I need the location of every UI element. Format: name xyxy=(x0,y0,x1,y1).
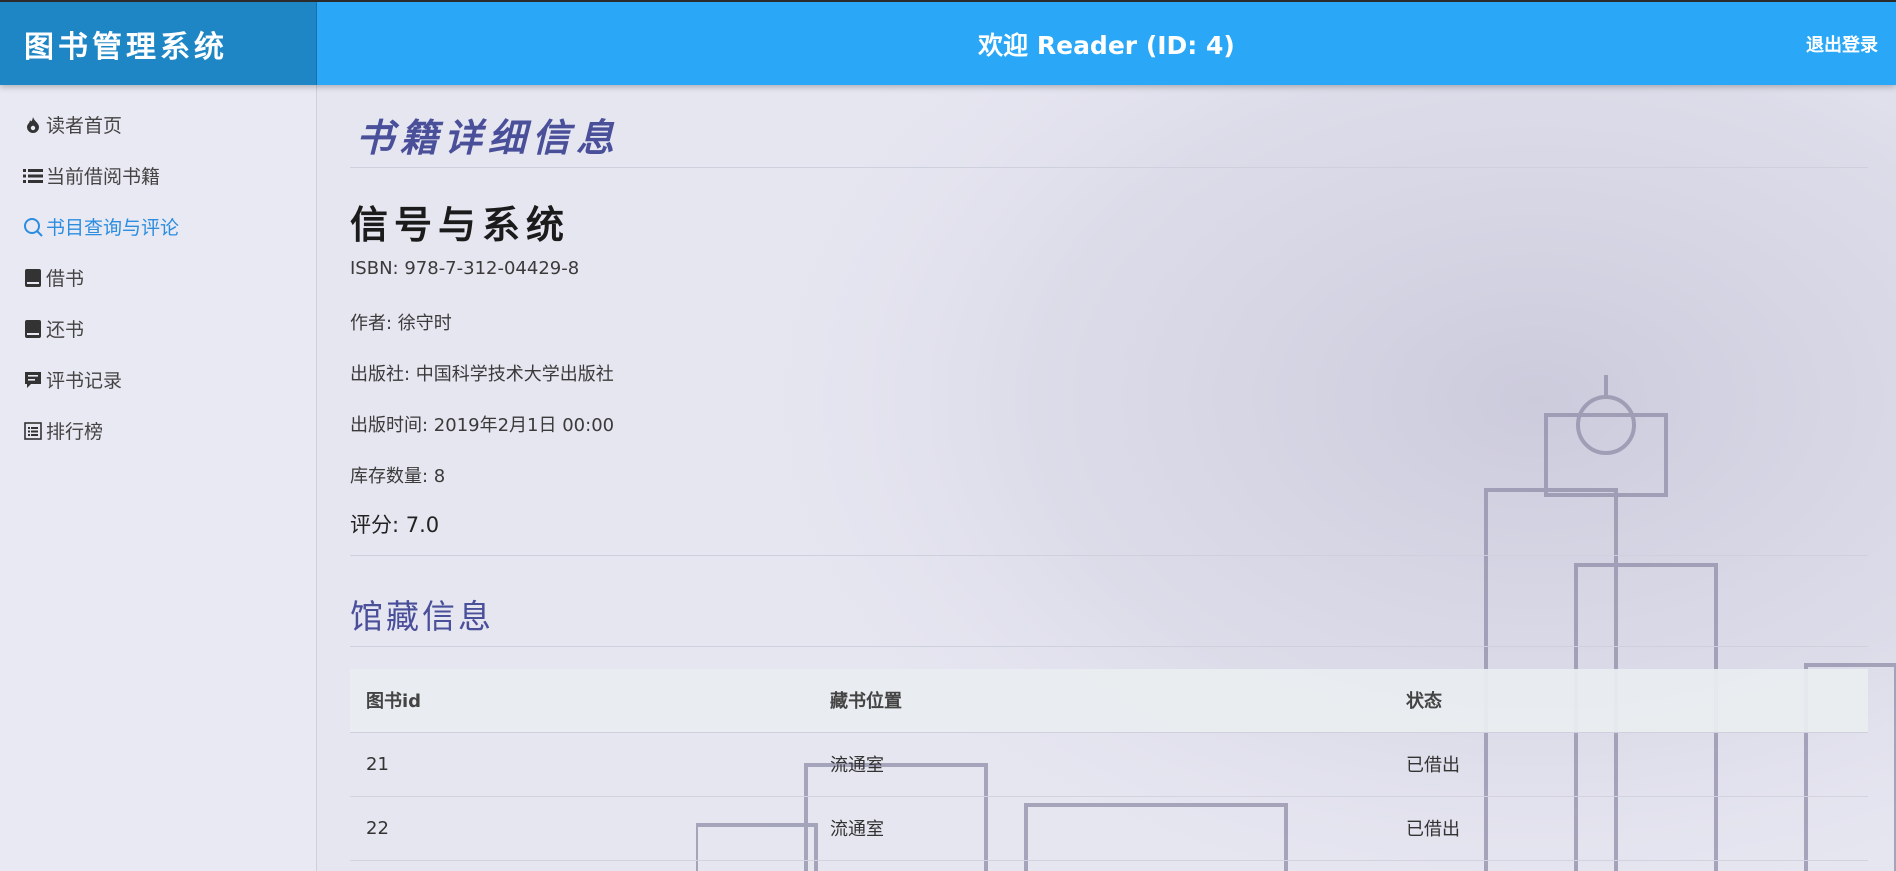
book-detail: 书籍详细信息 信号与系统 ISBN: 978-7-312-04429-8 作者:… xyxy=(350,85,1868,861)
main-content: 书籍详细信息 信号与系统 ISBN: 978-7-312-04429-8 作者:… xyxy=(318,85,1896,871)
divider xyxy=(350,555,1868,556)
sidebar-item-label: 读者首页 xyxy=(46,115,123,137)
book-author: 作者: 徐守时 xyxy=(350,313,452,334)
table-header-row: 图书id 藏书位置 状态 xyxy=(350,669,1868,733)
sidebar-item-label: 评书记录 xyxy=(46,370,123,392)
book-rating: 评分: 7.0 xyxy=(350,513,440,537)
sidebar: 读者首页 当前借阅书籍 书目查询与评论 借书 还书 评书记录 排行榜 xyxy=(0,85,317,871)
column-header-location: 藏书位置 xyxy=(814,669,1390,733)
cell-status: 已借出 xyxy=(1390,732,1868,797)
sidebar-item-label: 借书 xyxy=(46,268,85,290)
cell-book-id: 21 xyxy=(350,732,814,797)
holdings-table: 图书id 藏书位置 状态 21 流通室 已借出 22 流通室 已借出 xyxy=(350,669,1868,861)
fire-icon xyxy=(22,114,44,136)
app-title: 图书管理系统 xyxy=(0,2,317,85)
search-icon xyxy=(22,216,44,238)
book-icon xyxy=(22,267,44,289)
column-header-book-id: 图书id xyxy=(350,669,814,733)
sidebar-item-label: 当前借阅书籍 xyxy=(46,166,161,188)
book-isbn: ISBN: 978-7-312-04429-8 xyxy=(350,258,580,279)
sidebar-item-reader-home[interactable]: 读者首页 xyxy=(0,99,316,150)
logout-button[interactable]: 退出登录 xyxy=(1806,31,1878,57)
column-header-status: 状态 xyxy=(1390,669,1868,733)
cell-location: 流通室 xyxy=(814,732,1390,797)
sidebar-item-label: 还书 xyxy=(46,319,85,341)
welcome-text: 欢迎 Reader (ID: 4) xyxy=(978,30,1235,60)
cell-book-id: 22 xyxy=(350,796,814,861)
comment-icon xyxy=(22,369,44,391)
table-row: 22 流通室 已借出 xyxy=(350,796,1868,861)
divider xyxy=(350,167,1868,168)
table-row: 21 流通室 已借出 xyxy=(350,732,1868,797)
sidebar-item-ranking[interactable]: 排行榜 xyxy=(0,405,316,456)
book-stock: 库存数量: 8 xyxy=(350,466,446,487)
top-bar: 欢迎 Reader (ID: 4) 退出登录 xyxy=(317,2,1896,85)
sidebar-item-label: 书目查询与评论 xyxy=(46,217,180,239)
book-icon xyxy=(22,318,44,340)
ranking-list-icon xyxy=(22,420,44,442)
sidebar-item-catalog-search[interactable]: 书目查询与评论 xyxy=(0,201,316,252)
sidebar-item-review-records[interactable]: 评书记录 xyxy=(0,354,316,405)
app-header: 图书管理系统 欢迎 Reader (ID: 4) 退出登录 xyxy=(0,0,1896,85)
sidebar-item-borrow[interactable]: 借书 xyxy=(0,252,316,303)
divider xyxy=(350,646,1868,647)
holdings-title: 馆藏信息 xyxy=(350,597,494,636)
list-icon xyxy=(22,165,44,187)
book-publish-time: 出版时间: 2019年2月1日 00:00 xyxy=(350,415,615,436)
sidebar-item-return[interactable]: 还书 xyxy=(0,303,316,354)
cell-status: 已借出 xyxy=(1390,796,1868,861)
sidebar-item-current-borrowed[interactable]: 当前借阅书籍 xyxy=(0,150,316,201)
cell-location: 流通室 xyxy=(814,796,1390,861)
sidebar-item-label: 排行榜 xyxy=(46,421,104,443)
page-title: 书籍详细信息 xyxy=(356,115,621,160)
book-title: 信号与系统 xyxy=(350,202,571,247)
book-publisher: 出版社: 中国科学技术大学出版社 xyxy=(350,364,614,385)
